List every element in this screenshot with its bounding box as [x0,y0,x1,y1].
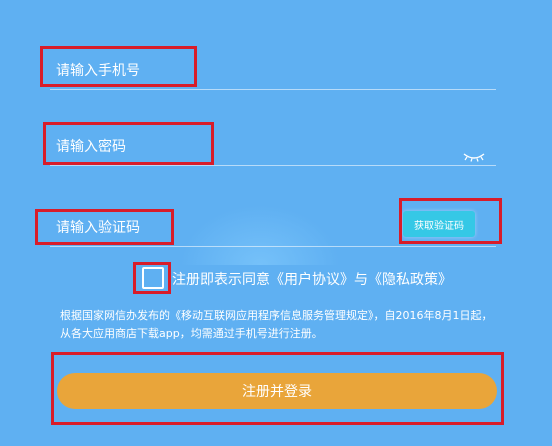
annotation-box-password [43,122,214,165]
agreement-prefix: 注册即表示同意 [172,272,270,288]
privacy-policy-link[interactable]: 《隐私政策》 [368,272,452,288]
annotation-box-checkbox [133,262,171,294]
annotation-box-get-code [399,198,502,244]
phone-input-underline [50,89,496,90]
agreement-text: 注册即表示同意《用户协议》与《隐私政策》 [172,269,452,289]
annotation-box-code [35,209,174,245]
annotation-box-phone [40,46,197,87]
agreement-and: 与 [354,272,368,288]
code-input-underline [50,246,496,247]
annotation-box-submit [51,352,504,425]
eye-closed-icon[interactable] [463,152,485,162]
password-input-underline [50,165,496,166]
user-agreement-link[interactable]: 《用户协议》 [270,272,354,288]
background-glow [180,205,340,265]
registration-notice: 根据国家网信办发布的《移动互联网应用程序信息服务管理规定》，自2016年8月1日… [60,309,493,340]
